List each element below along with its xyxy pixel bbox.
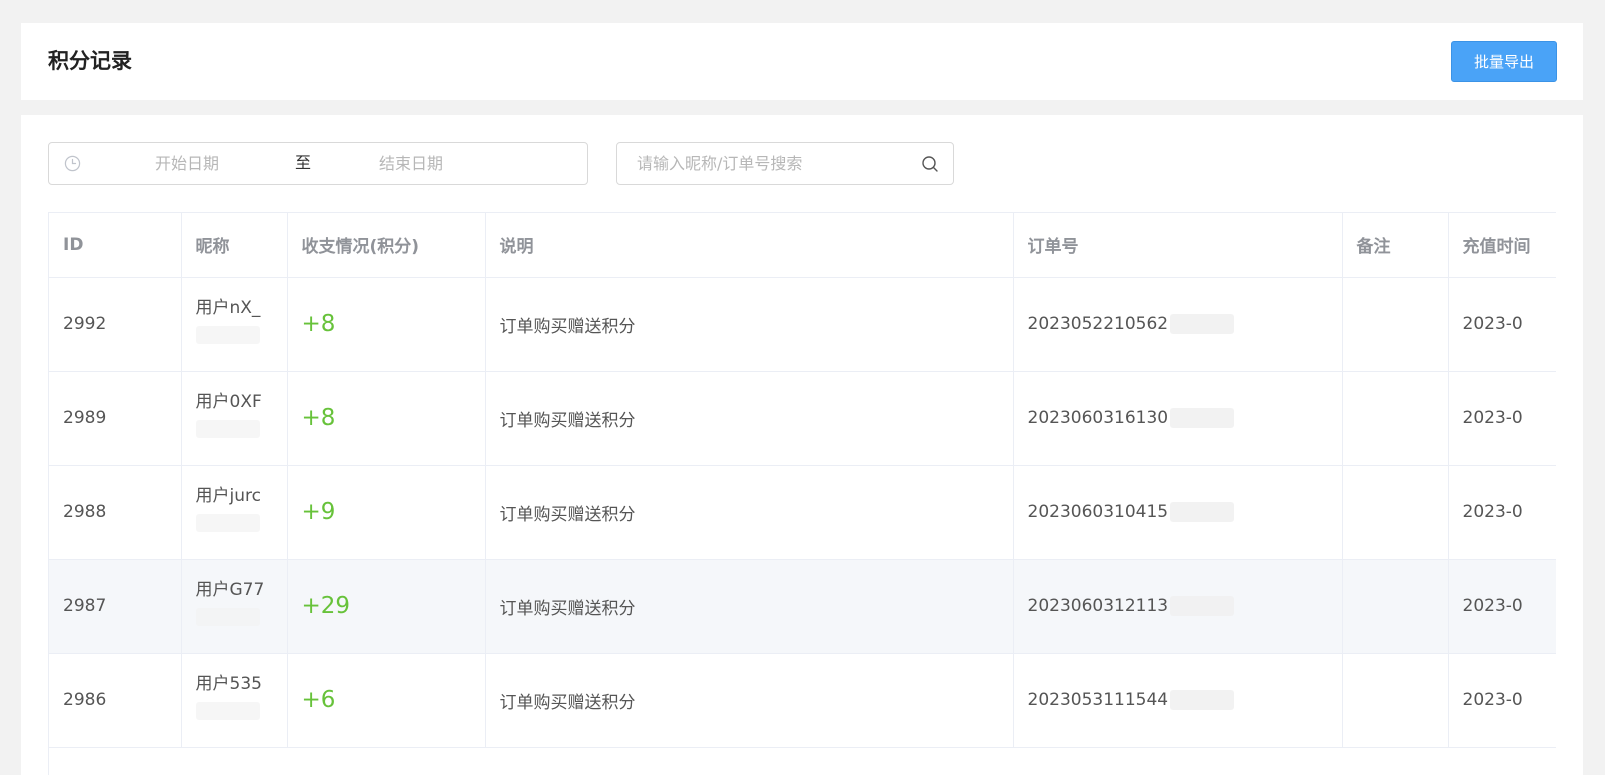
redaction-mask bbox=[1170, 408, 1235, 428]
table-row[interactable]: 2992 用户nX_ +8 订单购买赠送积分 2023052210562 202… bbox=[49, 277, 1556, 372]
order-no-text: 2023052210562 bbox=[1027, 314, 1169, 334]
nickname-text: 用户nX_ bbox=[195, 297, 261, 318]
redaction-mask bbox=[195, 513, 260, 532]
table-row[interactable]: 2989 用户0XF +8 订单购买赠送积分 2023060316130 202… bbox=[49, 371, 1556, 466]
cell-nickname: 用户nX_ bbox=[181, 277, 288, 372]
cell-order-no: 2023060310415 bbox=[1013, 465, 1343, 560]
column-header-description[interactable]: 说明 bbox=[485, 213, 1014, 278]
table-header-row: ID 昵称 收支情况(积分) 说明 订单号 备注 充值时间 bbox=[49, 213, 1556, 278]
cell-description: 订单购买赠送积分 bbox=[485, 559, 1014, 654]
cell-points: +8 bbox=[287, 277, 486, 372]
cell-time: 2023-0 bbox=[1448, 277, 1556, 372]
cell-id: 2992 bbox=[49, 277, 182, 372]
table-row[interactable]: 2986 用户535 +6 订单购买赠送积分 2023053111544 202… bbox=[49, 653, 1556, 748]
cell-description: 订单购买赠送积分 bbox=[485, 277, 1014, 372]
cell-points: +29 bbox=[287, 559, 486, 654]
page-title: 积分记录 bbox=[48, 49, 132, 73]
cell-time: 2023-0 bbox=[1448, 465, 1556, 560]
nickname-text: 用户jurc bbox=[195, 485, 261, 506]
cell-description: 订单购买赠送积分 bbox=[485, 371, 1014, 466]
cell-remark bbox=[1342, 559, 1449, 654]
nickname-text: 用户535 bbox=[195, 673, 262, 694]
cell-nickname: 用户G77 bbox=[181, 559, 288, 654]
nickname-text: 用户G77 bbox=[195, 579, 265, 600]
cell-order-no: 2023052210562 bbox=[1013, 277, 1343, 372]
main-card: 至 ID 昵称 收支情况(积分) bbox=[21, 115, 1583, 775]
table-row[interactable]: 2988 用户jurc +9 订单购买赠送积分 2023060310415 20… bbox=[49, 465, 1556, 560]
cell-remark bbox=[1342, 465, 1449, 560]
redaction-mask bbox=[1170, 596, 1235, 616]
cell-id: 2989 bbox=[49, 371, 182, 466]
header-card: 积分记录 批量导出 bbox=[21, 23, 1583, 100]
column-header-points[interactable]: 收支情况(积分) bbox=[287, 213, 486, 278]
column-header-nickname[interactable]: 昵称 bbox=[181, 213, 288, 278]
cell-nickname: 用户535 bbox=[181, 653, 288, 748]
redaction-mask bbox=[195, 325, 260, 344]
order-no-text: 2023060316130 bbox=[1027, 408, 1169, 428]
cell-order-no: 2023060316130 bbox=[1013, 371, 1343, 466]
batch-export-button[interactable]: 批量导出 bbox=[1451, 41, 1557, 82]
order-no-text: 2023060310415 bbox=[1027, 502, 1169, 522]
redaction-mask bbox=[1170, 314, 1235, 334]
column-header-id[interactable]: ID bbox=[49, 213, 182, 278]
cell-remark bbox=[1342, 277, 1449, 372]
column-header-time[interactable]: 充值时间 bbox=[1448, 213, 1556, 278]
cell-points: +6 bbox=[287, 653, 486, 748]
cell-description: 订单购买赠送积分 bbox=[485, 653, 1014, 748]
cell-nickname: 用户0XF bbox=[181, 371, 288, 466]
cell-remark bbox=[1342, 653, 1449, 748]
redaction-mask bbox=[1170, 690, 1235, 710]
cell-description: 订单购买赠送积分 bbox=[485, 465, 1014, 560]
cell-nickname: 用户jurc bbox=[181, 465, 288, 560]
nickname-text: 用户0XF bbox=[195, 391, 262, 412]
cell-id: 2988 bbox=[49, 465, 182, 560]
cell-points: +9 bbox=[287, 465, 486, 560]
search-icon[interactable] bbox=[921, 155, 939, 173]
cell-time: 2023-0 bbox=[1448, 371, 1556, 466]
cell-time: 2023-0 bbox=[1448, 559, 1556, 654]
cell-order-no: 2023053111544 bbox=[1013, 653, 1343, 748]
records-table-wrapper[interactable]: ID 昵称 收支情况(积分) 说明 订单号 备注 充值时间 2992 用户nX_ bbox=[48, 212, 1556, 775]
search-box bbox=[616, 142, 954, 185]
redaction-mask bbox=[1170, 502, 1235, 522]
cell-remark bbox=[1342, 371, 1449, 466]
range-separator: 至 bbox=[295, 153, 312, 172]
order-no-text: 2023060312113 bbox=[1027, 596, 1169, 616]
records-table: ID 昵称 收支情况(积分) 说明 订单号 备注 充值时间 2992 用户nX_ bbox=[49, 213, 1556, 748]
cell-order-no: 2023060312113 bbox=[1013, 559, 1343, 654]
column-header-order-no[interactable]: 订单号 bbox=[1013, 213, 1343, 278]
redaction-mask bbox=[195, 419, 260, 438]
cell-time: 2023-0 bbox=[1448, 653, 1556, 748]
search-input[interactable] bbox=[637, 143, 907, 184]
date-range-picker[interactable]: 至 bbox=[48, 142, 588, 185]
table-row-hovered[interactable]: 2987 用户G77 +29 订单购买赠送积分 2023060312113 20… bbox=[49, 559, 1556, 654]
cell-id: 2987 bbox=[49, 559, 182, 654]
column-header-remark[interactable]: 备注 bbox=[1342, 213, 1449, 278]
end-date-input[interactable] bbox=[379, 143, 499, 184]
redaction-mask bbox=[195, 607, 260, 626]
cell-id: 2986 bbox=[49, 653, 182, 748]
cell-points: +8 bbox=[287, 371, 486, 466]
order-no-text: 2023053111544 bbox=[1027, 690, 1169, 710]
start-date-input[interactable] bbox=[155, 143, 275, 184]
clock-icon bbox=[64, 155, 81, 172]
redaction-mask bbox=[195, 701, 260, 720]
